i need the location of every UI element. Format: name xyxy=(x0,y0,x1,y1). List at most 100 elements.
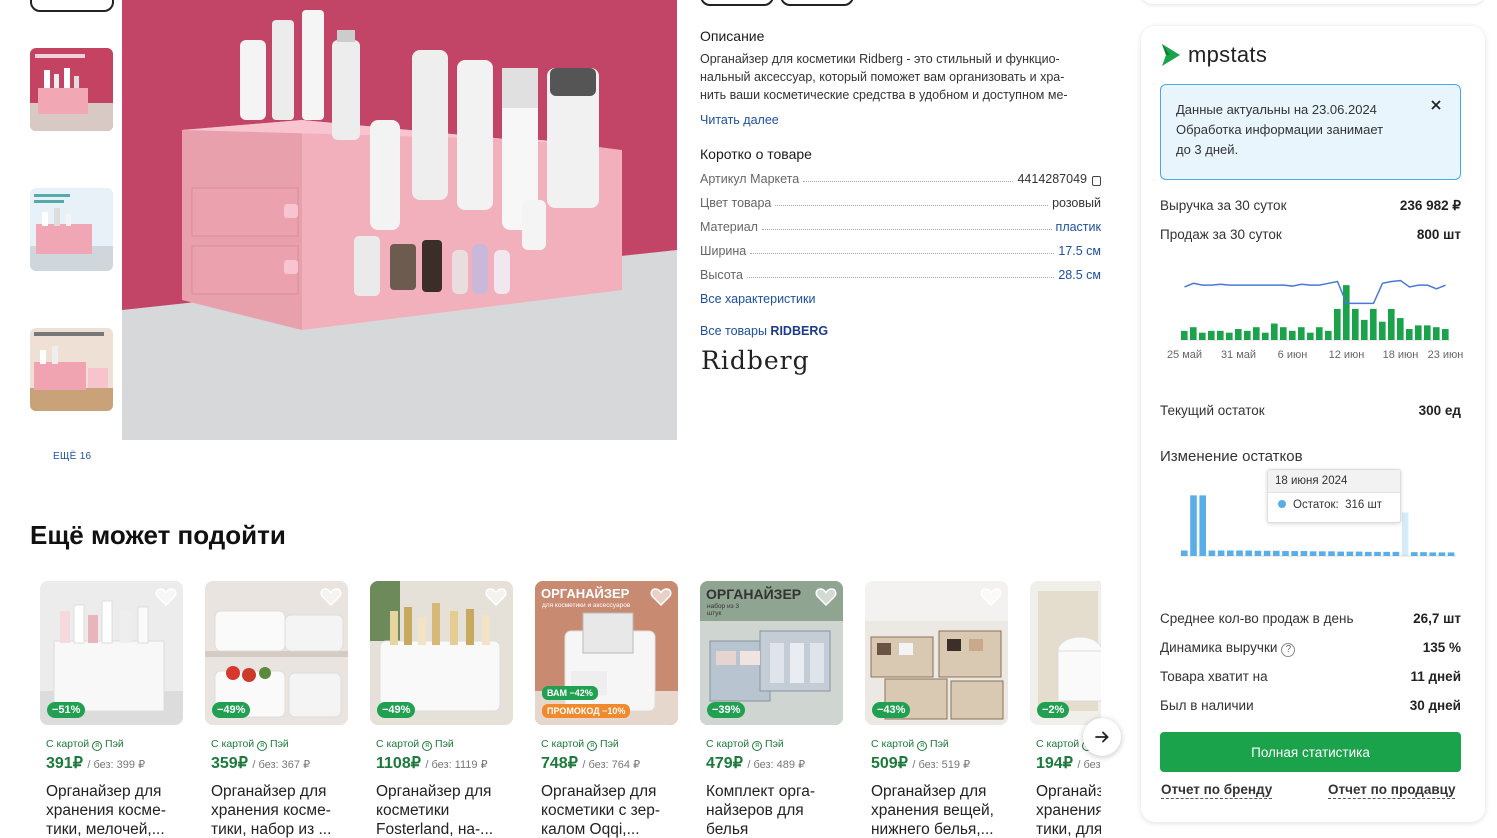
sales-bar xyxy=(1334,308,1341,340)
price: 1108 xyxy=(376,755,411,772)
x-tick-label: 31 май xyxy=(1221,349,1256,361)
stock-bar xyxy=(1438,552,1446,556)
discount-badge: −39% xyxy=(707,702,746,718)
stat-label: Текущий остаток xyxy=(1160,403,1265,418)
promocode-badge: ПРОМОКОД −10% xyxy=(542,704,631,718)
thumbnail-3[interactable] xyxy=(30,328,113,411)
product-name[interactable]: Органайзер для хранения косме-тики, для.… xyxy=(1036,782,1101,838)
sales-bar xyxy=(1271,323,1278,340)
more-thumbnails-link[interactable]: ЕЩЁ 16 xyxy=(53,451,91,462)
seller-report-link[interactable]: Отчет по продавцу xyxy=(1328,782,1456,799)
product-image[interactable]: −2% xyxy=(1030,581,1101,725)
product-card[interactable]: −51% С картой я Пэй 391₽ / без: 399 ₽ Ор… xyxy=(30,574,190,838)
old-price: / без: 489 ₽ xyxy=(747,759,806,771)
price-line: 194₽ / без: xyxy=(1036,753,1101,773)
close-icon[interactable] xyxy=(1428,97,1444,113)
product-card[interactable]: −2% С картой я Пэй 194₽ / без: Органайзе… xyxy=(1020,574,1101,838)
product-name[interactable]: Органайзер для косметики Fosterland, на-… xyxy=(376,782,512,838)
x-tick-label: 18 июн xyxy=(1383,349,1419,361)
product-card[interactable]: −49% С картой я Пэй 359₽ / без: 367 ₽ Ор… xyxy=(195,574,355,838)
product-card[interactable]: ОРГАНАЙЗЕР для косметики и аксессуаров В… xyxy=(525,574,685,838)
stock-bar xyxy=(1365,551,1372,556)
price: 359 xyxy=(211,755,238,772)
product-card[interactable]: ОРГАНАЙЗЕР набор из 3 штук −39% С картой… xyxy=(690,574,850,838)
data-freshness-notice: Данные актуальны на 23.06.2024 Обработка… xyxy=(1160,84,1461,180)
product-image[interactable]: −43% xyxy=(865,581,1008,725)
stat-label: Динамика выручки? xyxy=(1160,640,1296,657)
favorite-heart-icon[interactable] xyxy=(650,587,672,607)
tab-outline-1[interactable] xyxy=(700,0,774,6)
product-page: ЕЩЁ 16 Описание Органайзер для косметики… xyxy=(0,0,1497,838)
description-text: Органайзер для косметики Ridberg - это с… xyxy=(700,52,1068,102)
sales-bar xyxy=(1289,330,1296,340)
discount-badge: −49% xyxy=(377,702,416,718)
availability-row: Был в наличии 30 дней xyxy=(1160,698,1461,713)
sales-bar xyxy=(1325,330,1332,340)
product-card[interactable]: −49% С картой я Пэй 1108₽ / без: 1119 ₽ … xyxy=(360,574,520,838)
stat-value: 26,7 шт xyxy=(1413,611,1461,626)
price: 509 xyxy=(871,755,898,772)
product-image[interactable]: ОРГАНАЙЗЕР для косметики и аксессуаров В… xyxy=(535,581,678,725)
product-image[interactable]: −49% xyxy=(205,581,348,725)
thumbnail-1[interactable] xyxy=(30,48,113,131)
stat-label: Среднее кол-во продаж в день xyxy=(1160,611,1354,626)
spec-value-link[interactable]: 28.5 см xyxy=(1058,268,1101,282)
pay-logo-icon: я xyxy=(917,741,928,751)
product-name[interactable]: Органайзер для хранения косме-тики, мело… xyxy=(46,782,182,838)
sales-chart: 25 май 31 май 6 июн 12 июн 18 июн 23 июн xyxy=(1167,279,1464,361)
favorite-heart-icon[interactable] xyxy=(815,587,837,607)
mpstats-logo[interactable]: mpstats xyxy=(1160,42,1267,68)
brand-logo[interactable]: Ridberg xyxy=(701,346,810,375)
stock-bar xyxy=(1420,552,1427,556)
sales-bar xyxy=(1217,330,1224,340)
price-line xyxy=(1184,279,1446,305)
product-name[interactable]: Органайзер для хранения косме-тики, набо… xyxy=(211,782,347,838)
favorite-heart-icon[interactable] xyxy=(980,587,1002,607)
full-stats-button[interactable]: Полная статистика xyxy=(1160,732,1461,772)
product-image[interactable]: −51% xyxy=(40,581,183,725)
spec-key: Цвет товара xyxy=(700,196,772,210)
stock-bar xyxy=(1263,550,1271,556)
pay-card-label: С картой я Пэй xyxy=(46,738,124,751)
sales-bar xyxy=(1397,318,1404,340)
read-more-link[interactable]: Читать далее xyxy=(700,113,779,127)
currency: ₽ xyxy=(410,755,421,772)
product-card[interactable]: −43% С картой я Пэй 509₽ / без: 519 ₽ Ор… xyxy=(855,574,1015,838)
stock-bar xyxy=(1383,551,1390,556)
favorite-heart-icon[interactable] xyxy=(155,587,177,607)
price-line: 479₽ / без: 489 ₽ xyxy=(706,753,805,773)
price-line: 1108₽ / без: 1119 ₽ xyxy=(376,753,488,773)
x-tick-label: 23 июн xyxy=(1428,349,1464,361)
all-specs-link[interactable]: Все характеристики xyxy=(700,292,815,306)
all-brand-goods-link[interactable]: Все товары RIDBERG xyxy=(700,324,828,338)
stock-bar xyxy=(1447,552,1455,556)
thumbnail-2[interactable] xyxy=(30,188,113,271)
old-price: / без: 519 ₽ xyxy=(912,759,971,771)
thumbnail-selected[interactable] xyxy=(30,0,114,12)
product-name[interactable]: Комплект орга-найзеров для белья xyxy=(706,782,842,838)
chart-tooltip: 18 июня 2024 Остаток: 316 шт xyxy=(1267,469,1401,523)
help-icon[interactable]: ? xyxy=(1281,643,1296,657)
all-goods-prefix: Все товары xyxy=(700,324,767,338)
copy-icon[interactable] xyxy=(1092,176,1101,186)
product-image[interactable]: −49% xyxy=(370,581,513,725)
spec-value-link[interactable]: пластик xyxy=(1056,220,1101,234)
brand-report-link[interactable]: Отчет по бренду xyxy=(1161,782,1273,799)
stock-bar xyxy=(1337,551,1344,556)
sales-bar xyxy=(1208,330,1215,340)
stock-bar xyxy=(1208,550,1216,556)
product-name[interactable]: Органайзер для косметики с зер-калом Oqq… xyxy=(541,782,677,838)
stock-bar xyxy=(1254,550,1262,556)
sales-bar xyxy=(1370,308,1377,340)
favorite-heart-icon[interactable] xyxy=(320,587,342,607)
product-name[interactable]: Органайзер для хранения вещей, нижнего б… xyxy=(871,782,1007,838)
stock-bar xyxy=(1392,551,1400,556)
main-product-image[interactable] xyxy=(122,0,677,440)
carousel-next-button[interactable] xyxy=(1083,718,1121,756)
product-image[interactable]: ОРГАНАЙЗЕР набор из 3 штук −39% xyxy=(700,581,843,725)
stat-value: 30 дней xyxy=(1409,698,1461,713)
spec-value-link[interactable]: 17.5 см xyxy=(1058,244,1101,258)
currency: ₽ xyxy=(897,755,908,772)
tab-outline-2[interactable] xyxy=(780,0,854,6)
favorite-heart-icon[interactable] xyxy=(485,587,507,607)
